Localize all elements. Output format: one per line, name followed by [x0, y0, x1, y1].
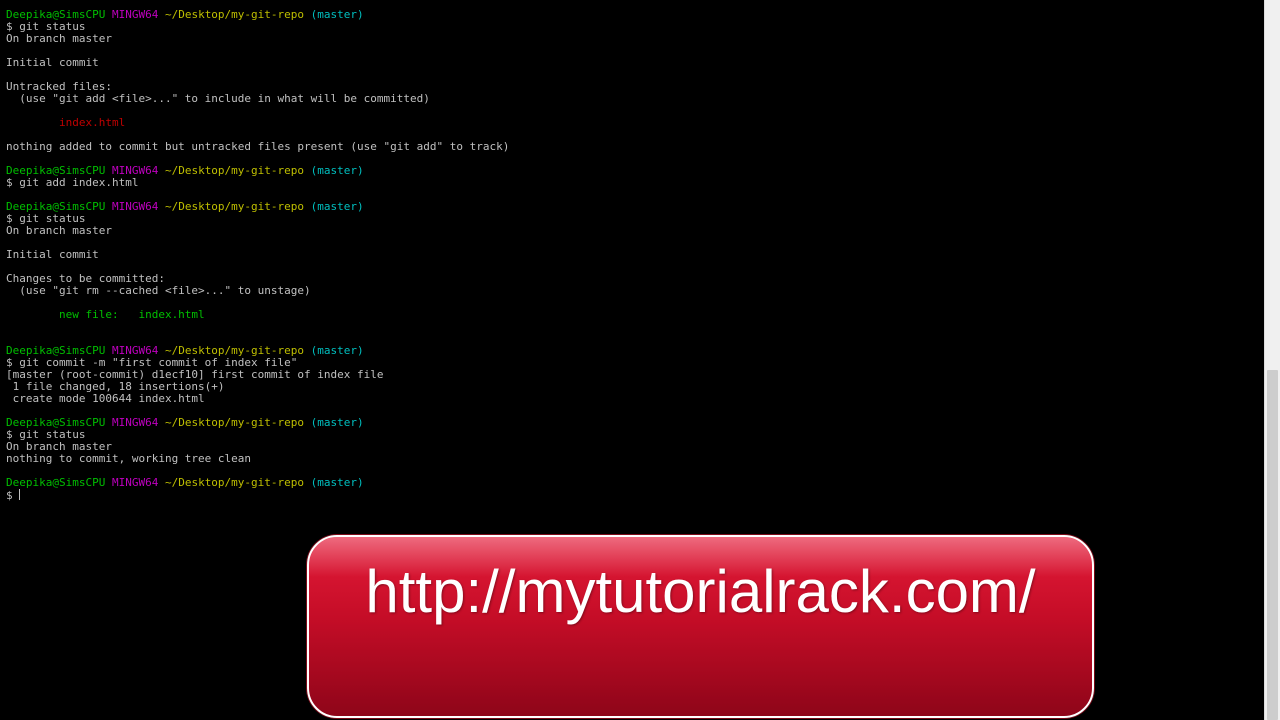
prompt-path: ~/Desktop/my-git-repo: [164, 8, 305, 21]
output-text: create mode 100644 index.html: [6, 392, 205, 405]
output-line: On branch master: [6, 33, 509, 45]
output-line: (use "git rm --cached <file>..." to unst…: [6, 285, 509, 297]
output-line: create mode 100644 index.html: [6, 393, 509, 405]
website-banner: http://mytutorialrack.com/: [307, 535, 1094, 718]
untracked-file-name: index.html: [6, 116, 126, 129]
prompt-path: ~/Desktop/my-git-repo: [164, 164, 305, 177]
prompt-system: MINGW64: [111, 8, 159, 21]
untracked-file-line: index.html: [6, 117, 509, 129]
prompt-path: ~/Desktop/my-git-repo: [164, 476, 305, 489]
prompt-branch: (master): [310, 416, 364, 429]
output-text: Initial commit: [6, 56, 99, 69]
command-line: $ git add index.html: [6, 177, 509, 189]
prompt-system: MINGW64: [111, 476, 159, 489]
prompt-branch: (master): [310, 8, 364, 21]
scrollbar-thumb[interactable]: [1267, 370, 1278, 720]
output-line: On branch master: [6, 225, 509, 237]
output-text: On branch master: [6, 32, 112, 45]
input-prompt-symbol: $: [6, 489, 20, 502]
command-text: $ git add index.html: [6, 176, 139, 189]
input-line[interactable]: $: [6, 489, 509, 502]
vertical-scrollbar[interactable]: [1264, 0, 1280, 720]
prompt-line: Deepika@SimsCPU MINGW64 ~/Desktop/my-git…: [6, 477, 509, 489]
banner-url-text: http://mytutorialrack.com/: [365, 558, 1036, 625]
prompt-branch: (master): [310, 476, 364, 489]
output-text: (use "git add <file>..." to include in w…: [6, 92, 430, 105]
output-text: On branch master: [6, 224, 112, 237]
output-line: nothing added to commit but untracked fi…: [6, 141, 509, 153]
output-line: Initial commit: [6, 57, 509, 69]
prompt-branch: (master): [310, 200, 364, 213]
output-text: Initial commit: [6, 248, 99, 261]
prompt-branch: (master): [310, 164, 364, 177]
terminal-output: Deepika@SimsCPU MINGW64 ~/Desktop/my-git…: [6, 8, 509, 502]
prompt-path: ~/Desktop/my-git-repo: [164, 200, 305, 213]
prompt-user-host: Deepika@SimsCPU: [6, 476, 106, 489]
text-cursor: [19, 489, 21, 500]
prompt-system: MINGW64: [111, 416, 159, 429]
output-text: nothing added to commit but untracked fi…: [6, 140, 510, 153]
staged-file-name: new file: index.html: [6, 308, 205, 321]
staged-file-line: new file: index.html: [6, 309, 509, 321]
prompt-path: ~/Desktop/my-git-repo: [164, 416, 305, 429]
prompt-branch: (master): [310, 344, 364, 357]
output-line: (use "git add <file>..." to include in w…: [6, 93, 509, 105]
output-line: Initial commit: [6, 249, 509, 261]
output-line: nothing to commit, working tree clean: [6, 453, 509, 465]
output-text: nothing to commit, working tree clean: [6, 452, 252, 465]
output-text: (use "git rm --cached <file>..." to unst…: [6, 284, 311, 297]
prompt-system: MINGW64: [111, 200, 159, 213]
